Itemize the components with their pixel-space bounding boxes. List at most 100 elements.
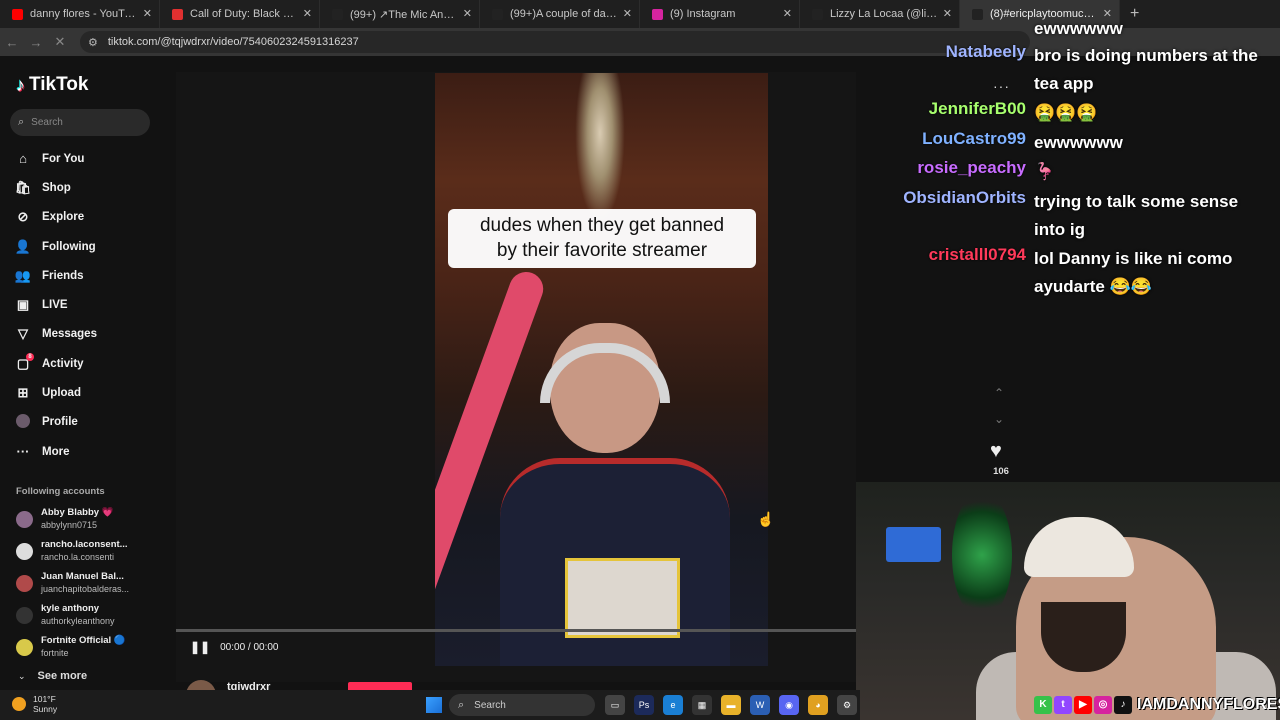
screen: danny flores - YouTube ✕ Call of Duty: Bla… <box>0 0 1280 720</box>
see-more-button[interactable]: ⌄ See more <box>18 670 87 682</box>
nav-item-label: For You <box>42 152 85 165</box>
windows-taskbar: 101°F Sunny ⌕ Search ▭ Ps e ▦ ▬ W ◉ ◕ ⚙ <box>0 690 860 720</box>
nav-item-label: Activity <box>42 357 84 370</box>
video-chandelier <box>575 73 625 223</box>
pause-icon[interactable]: ❚❚ <box>190 640 210 654</box>
folder-icon[interactable]: ▬ <box>721 695 741 715</box>
settings-icon[interactable]: ⚙ <box>837 695 857 715</box>
nav-item-shop[interactable]: 🛍 Shop <box>14 173 169 202</box>
following-account-item[interactable]: kyle anthony authorkyleanthony <box>16 599 171 631</box>
chat-username: LouCastro99 <box>922 129 1026 148</box>
chevron-down-nav-icon[interactable]: ⌄ <box>994 412 1004 426</box>
nav-item-explore[interactable]: ⊘ Explore <box>14 203 169 232</box>
browser-tab[interactable]: (9) Instagram ✕ <box>640 0 800 28</box>
discord-icon[interactable]: ◉ <box>779 695 799 715</box>
word-icon[interactable]: W <box>750 695 770 715</box>
logo-text: TikTok <box>29 74 89 95</box>
activity-badge: 8 <box>26 352 34 361</box>
tiktok-logo[interactable]: ♪ TikTok <box>16 74 88 96</box>
browser-tab[interactable]: (99+)A couple of days ago , my ✕ <box>480 0 640 28</box>
tab-label: (9) Instagram <box>670 8 736 20</box>
site-info-icon[interactable]: ⚙ <box>88 36 98 49</box>
nav-item-for-you[interactable]: ⌂ For You <box>14 144 169 173</box>
nav-item-live[interactable]: ▣ LIVE <box>14 290 169 319</box>
playback-controls: ❚❚ 00:00 / 00:00 <box>190 640 279 654</box>
tab-close-icon[interactable]: ✕ <box>623 7 632 20</box>
tab-close-icon[interactable]: ✕ <box>783 7 792 20</box>
chrome-icon[interactable]: ◕ <box>808 695 828 715</box>
webcam-feed <box>856 482 1280 720</box>
chevron-up-icon[interactable]: ⌃ <box>994 386 1004 400</box>
browser-tab[interactable]: Call of Duty: Black Ops 7 | Gam ✕ <box>160 0 320 28</box>
nav-item-activity[interactable]: ▢ 8 Activity <box>14 349 169 378</box>
tab-close-icon[interactable]: ✕ <box>143 7 152 20</box>
messages-icon: ▽ <box>18 326 28 342</box>
taskbar-search[interactable]: ⌕ Search <box>449 694 595 716</box>
caption-line-2: by their favorite streamer <box>496 240 708 261</box>
browser-tab[interactable]: (99+) ↗The Mic Announcer (@ ✕ <box>320 0 480 28</box>
task-view-icon[interactable]: ▭ <box>605 695 625 715</box>
tab-label: (99+)A couple of days ago , my <box>510 8 618 20</box>
account-username: authorkyleanthony <box>41 616 115 626</box>
heart-icon[interactable]: ♥ <box>990 440 1002 463</box>
account-name: Juan Manuel Bal... <box>41 571 124 582</box>
author-avatar[interactable] <box>186 680 216 690</box>
nav-item-messages[interactable]: ▽ Messages <box>14 320 169 349</box>
tiktok-note-icon: ♪ <box>16 74 25 95</box>
photoshop-icon[interactable]: Ps <box>634 695 654 715</box>
following-accounts-list: Abby Blabby 💗 abbylynn0715 rancho.laconsen… <box>16 503 171 663</box>
store-icon[interactable]: ▦ <box>692 695 712 715</box>
nav-item-label: Explore <box>42 211 85 224</box>
tab-favicon-icon <box>12 8 23 20</box>
browser-tab[interactable]: danny flores - YouTube ✕ <box>0 0 160 28</box>
chat-username: Natabeely <box>945 42 1026 61</box>
nav-item-upload[interactable]: ⊞ Upload <box>14 378 169 407</box>
profile-avatar-image <box>16 413 30 428</box>
author-username[interactable]: tqjwdrxr <box>227 681 270 690</box>
stream-chat-overlay: ewwwwww Natabeely bro is doing numbers at … <box>880 0 1280 300</box>
shop-icon: 🛍 <box>14 179 32 195</box>
weather-condition: Sunny <box>33 704 58 714</box>
account-username: fortnite <box>41 648 69 658</box>
tab-close-icon[interactable]: ✕ <box>303 7 312 20</box>
account-avatar <box>16 606 33 624</box>
forward-icon[interactable]: → <box>24 35 48 50</box>
following-accounts-title: Following accounts <box>16 486 105 497</box>
account-avatar <box>16 510 33 528</box>
sun-icon <box>12 697 26 711</box>
video-progress-bar[interactable] <box>176 629 856 632</box>
nav-item-profile[interactable]: Profile <box>14 408 169 437</box>
weather-widget[interactable]: 101°F Sunny <box>12 694 57 714</box>
chat-username: JenniferB00 <box>928 99 1026 118</box>
tab-close-icon[interactable]: ✕ <box>463 7 472 20</box>
windows-start-icon[interactable] <box>426 697 442 713</box>
video-caption: dudes when they get banned by their favo… <box>448 209 756 268</box>
taskbar-search-icon: ⌕ <box>458 698 465 711</box>
back-icon[interactable]: ← <box>0 35 24 50</box>
stop-icon[interactable]: ✕ <box>48 34 72 50</box>
account-avatar <box>16 638 33 656</box>
compass-icon: ⊘ <box>17 209 29 225</box>
like-count: 106 <box>993 466 1009 477</box>
following-account-item[interactable]: Fortnite Official 🔵 fortnite <box>16 631 171 663</box>
video-player[interactable] <box>435 73 768 666</box>
search-input[interactable]: ⌕ Search <box>10 109 150 136</box>
stream-brand-bar: K t ▶ ◎ ♪ IAMDANNYFLORES <box>1034 694 1280 716</box>
user-icon: 👤 <box>14 238 32 254</box>
nav-item-following[interactable]: 👤 Following <box>14 232 169 261</box>
following-account-item[interactable]: Abby Blabby 💗 abbylynn0715 <box>16 503 171 535</box>
cam-green-light <box>952 490 1012 620</box>
edge-icon[interactable]: e <box>663 695 683 715</box>
follow-button[interactable] <box>348 682 412 690</box>
account-name: Abby Blabby 💗 <box>41 507 114 518</box>
nav-item-friends[interactable]: 👥 Friends <box>14 261 169 290</box>
following-account-item[interactable]: Juan Manuel Bal... juanchapitobalderas... <box>16 567 171 599</box>
twitch-icon: t <box>1054 696 1072 714</box>
nav-item-more[interactable]: ··· More <box>14 437 169 466</box>
following-account-item[interactable]: rancho.laconsent... rancho.la.consenti <box>16 535 171 567</box>
taskbar-search-label: Search <box>474 699 506 711</box>
url-text: tiktok.com/@tqjwdrxr/video/7540602324591… <box>107 36 359 48</box>
tab-label: (99+) ↗The Mic Announcer (@ <box>350 8 458 21</box>
nav-list: ⌂ For You 🛍 Shop ⊘ Explore 👤 Following 👥 Friends ▣… <box>14 144 169 466</box>
account-username: juanchapitobalderas... <box>41 584 130 594</box>
